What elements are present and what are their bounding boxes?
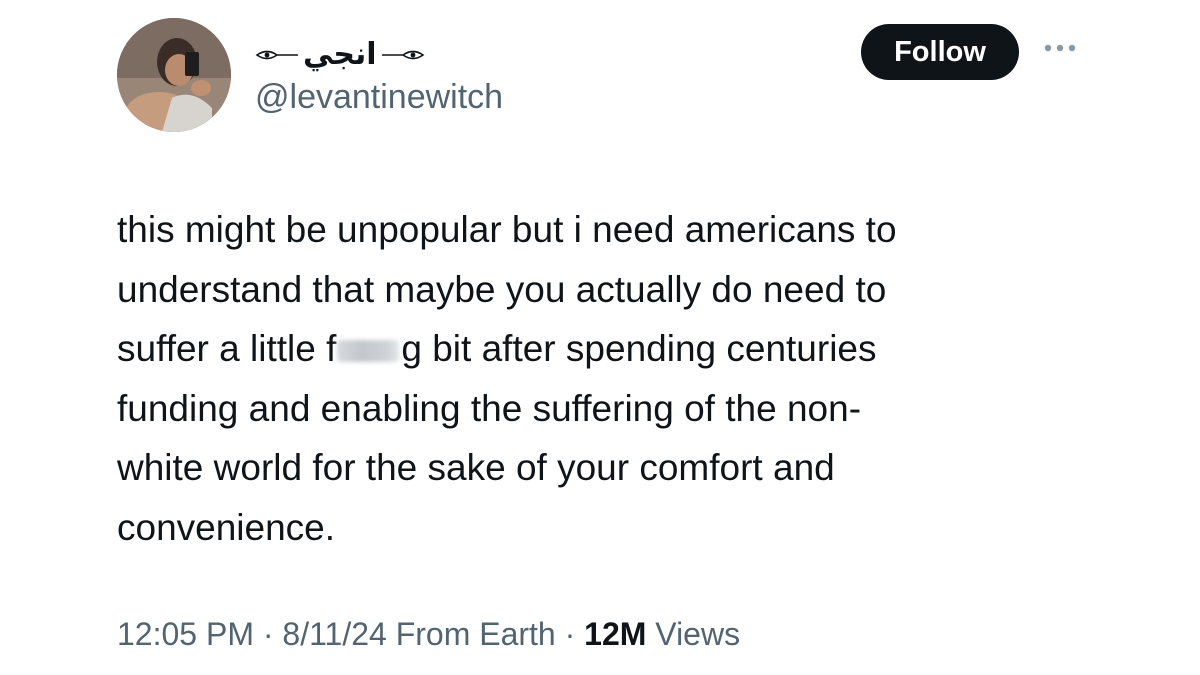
views-count: 12M — [584, 616, 647, 652]
tweet-source: From Earth — [395, 616, 556, 652]
meta-separator: · — [564, 616, 576, 652]
tweet-time[interactable]: 12:05 PM — [117, 616, 254, 652]
tweet-line-censored: suffer a little f g bit after spending ce… — [117, 319, 1117, 379]
censored-prefix: suffer a little f — [117, 328, 337, 369]
profile-photo-avatar-icon — [117, 18, 231, 132]
meta-separator: · — [262, 616, 274, 652]
tweet-text: this might be unpopular but i need ameri… — [117, 200, 1117, 557]
tweet-line: understand that maybe you actually do ne… — [117, 268, 887, 310]
user-handle[interactable]: @levantinewitch — [255, 80, 503, 114]
avatar[interactable] — [117, 18, 231, 132]
tweet-card: انجي @levantinewitch Follow this might b… — [0, 0, 1200, 675]
tweet-line: funding and enabling the suffering of th… — [117, 387, 862, 429]
views-label: Views — [655, 616, 741, 652]
tweet-line: convenience. — [117, 506, 336, 548]
display-name: انجي — [303, 37, 377, 72]
tweet-line: this might be unpopular but i need ameri… — [117, 209, 897, 250]
tweet-meta: 12:05 PM · 8/11/24 From Earth · 12M View… — [117, 618, 740, 650]
eye-ornament-right-icon — [381, 50, 424, 60]
tweet-line: white world for the sake of your comfort… — [117, 447, 835, 488]
censored-suffix: g — [401, 328, 422, 369]
tweet-line-tail: bit after spending centuries — [432, 328, 877, 369]
follow-button[interactable]: Follow — [861, 24, 1019, 80]
censor-blur — [337, 340, 400, 363]
display-name-row[interactable]: انجي — [255, 32, 425, 78]
eye-ornament-left-icon — [255, 50, 298, 60]
tweet-date[interactable]: 8/11/24 — [282, 616, 386, 652]
more-options-icon[interactable] — [1040, 36, 1080, 60]
